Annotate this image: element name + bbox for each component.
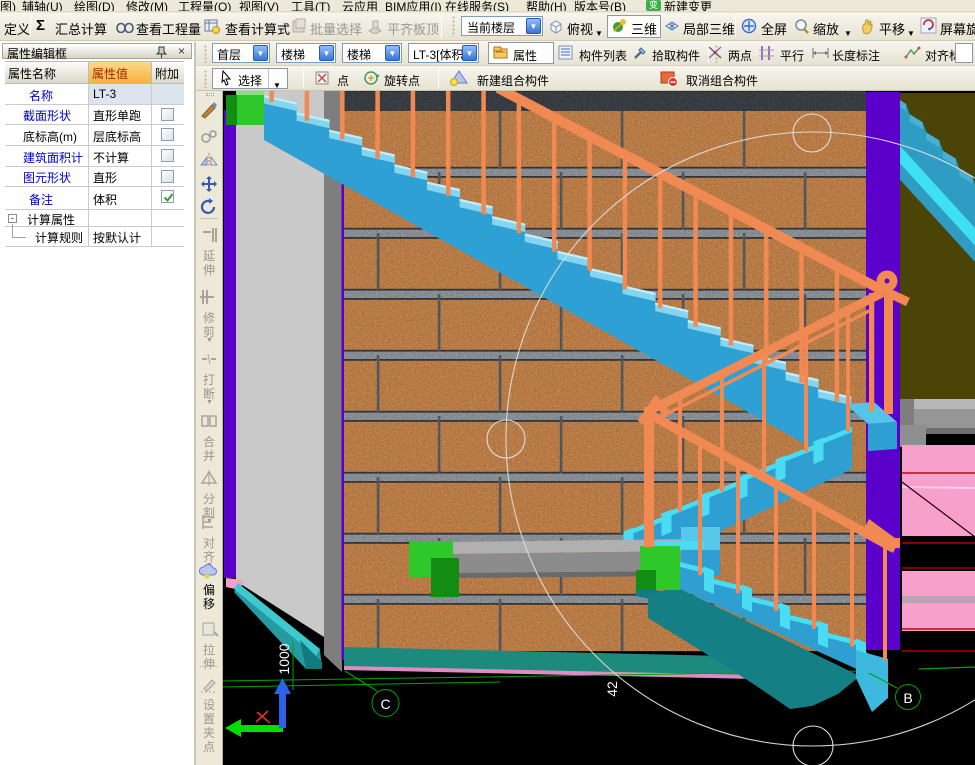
svg-text:42: 42 [604,681,620,697]
svg-text:B: B [903,690,912,706]
svg-text:C: C [380,696,390,712]
svg-text:1000: 1000 [276,643,292,674]
